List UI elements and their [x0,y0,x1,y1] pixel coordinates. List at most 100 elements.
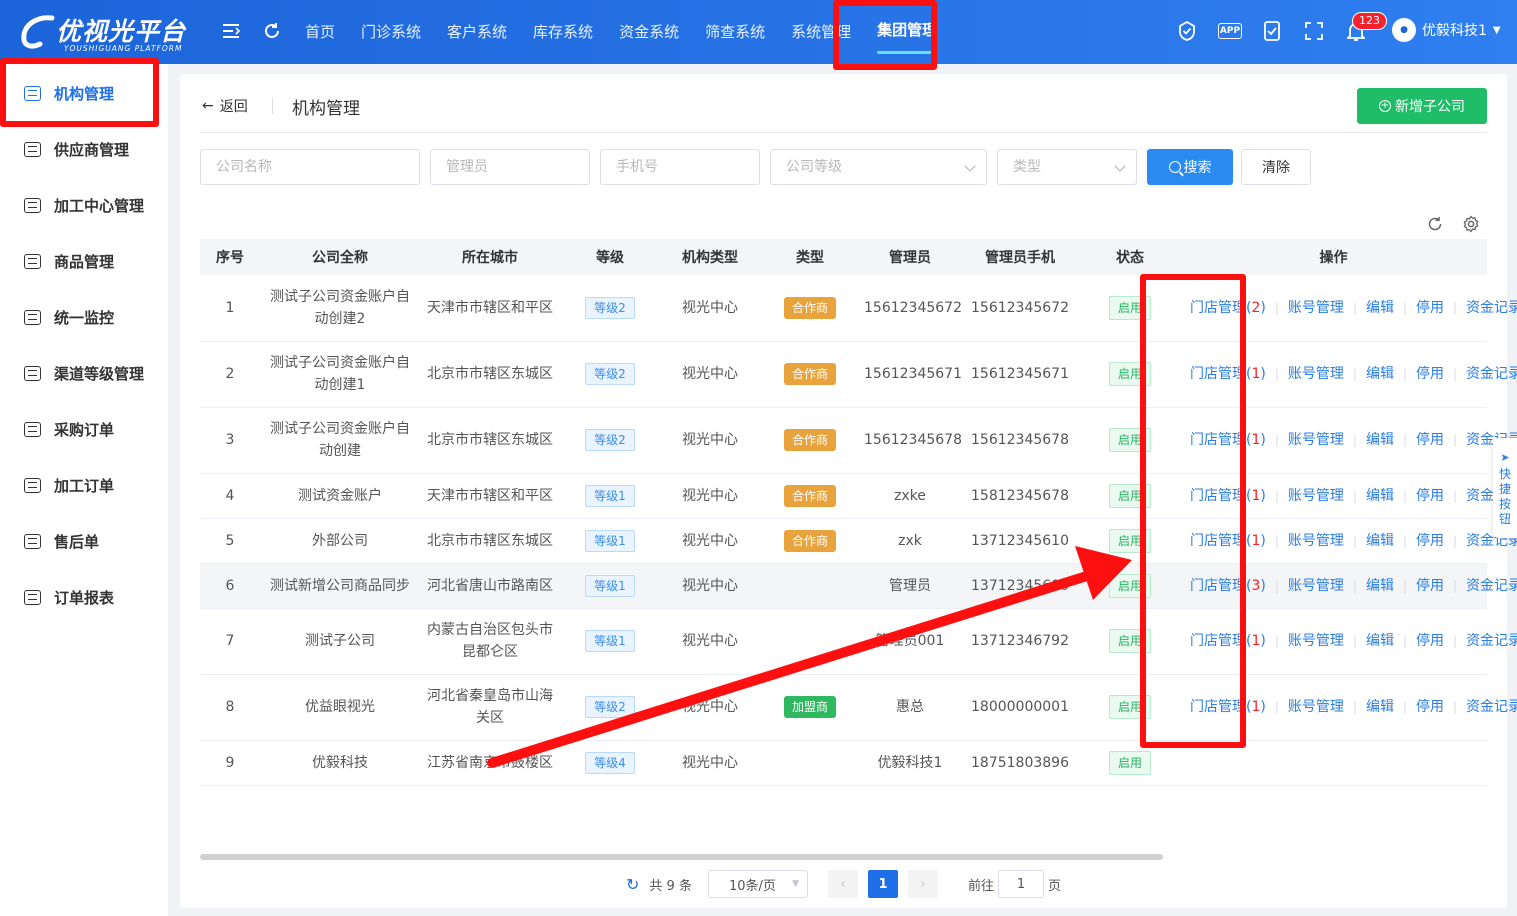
row-action-disable-link[interactable]: 停用 [1416,530,1444,552]
goto-label: 前往 [968,878,995,894]
row-action-funds-link[interactable]: 资金记录 [1466,696,1517,718]
sidebar-item-after-sales[interactable]: 售后单 [0,513,168,569]
user-menu[interactable]: ● 优毅科技1 ▼ [1392,18,1501,42]
cell-company-name: 测试子公司 [260,608,420,675]
row-action-funds-link[interactable]: 资金记录 [1466,575,1517,597]
fullscreen-icon[interactable] [1303,20,1325,42]
row-action-disable-link[interactable]: 停用 [1416,297,1444,319]
type-select[interactable]: 类型 [997,149,1137,185]
menu-toggle-icon[interactable] [220,20,242,42]
store-management-link[interactable]: 门店管理(1) [1190,630,1266,652]
sidebar-item-supplier[interactable]: 供应商管理 [0,121,168,177]
next-page-button[interactable]: › [908,870,938,898]
row-action-funds-link[interactable]: 资金记录 [1466,297,1517,319]
row-action-account-link[interactable]: 账号管理 [1288,485,1344,507]
row-action-edit-link[interactable]: 编辑 [1366,363,1394,385]
sidebar-item-products[interactable]: 商品管理 [0,233,168,289]
sidebar-item-monitoring[interactable]: 统一监控 [0,289,168,345]
row-action-disable-link[interactable]: 停用 [1416,630,1444,652]
sidebar-item-order-report[interactable]: 订单报表 [0,569,168,625]
bookmark-check-icon[interactable] [1261,20,1283,42]
divider [272,98,273,114]
company-name-input[interactable] [200,149,420,185]
horizontal-scrollbar[interactable] [200,854,1163,860]
store-management-link[interactable]: 门店管理(1) [1190,485,1266,507]
row-action-edit-link[interactable]: 编辑 [1366,530,1394,552]
store-management-link[interactable]: 门店管理(2) [1190,297,1266,319]
cell-type [760,608,860,675]
prev-page-button[interactable]: ‹ [828,870,858,898]
quick-actions-tab[interactable]: ➤ 快捷按钮 [1493,438,1517,538]
back-button[interactable]: ← 返回 [202,96,248,116]
cell-org-type: 视光中心 [660,740,760,786]
sidebar-item-purchase-orders[interactable]: 采购订单 [0,401,168,457]
divider: | [1453,578,1458,593]
row-action-account-link[interactable]: 账号管理 [1288,297,1344,319]
platform-logo[interactable]: 优视光平台 YOUSHIGUANG PLATFORM [18,8,190,56]
nav-clinic[interactable]: 门诊系统 [348,0,434,64]
admin-input[interactable] [430,149,590,185]
sidebar-item-processing-orders[interactable]: 加工订单 [0,457,168,513]
refresh-table-icon[interactable] [1425,214,1445,234]
cell-status: 启用 [1080,275,1180,342]
store-management-link[interactable]: 门店管理(1) [1190,363,1266,385]
row-action-edit-link[interactable]: 编辑 [1366,630,1394,652]
row-action-edit-link[interactable]: 编辑 [1366,297,1394,319]
page-size-select[interactable]: 10条/页 ▼ [708,870,808,898]
store-management-link[interactable]: 门店管理(1) [1190,429,1266,451]
store-management-link[interactable]: 门店管理(1) [1190,530,1266,552]
chevron-down-icon [1114,160,1126,172]
row-action-account-link[interactable]: 账号管理 [1288,696,1344,718]
nav-customer[interactable]: 客户系统 [434,0,520,64]
list-icon [24,253,41,269]
row-action-account-link[interactable]: 账号管理 [1288,575,1344,597]
store-management-link[interactable]: 门店管理(1) [1190,696,1266,718]
row-action-disable-link[interactable]: 停用 [1416,429,1444,451]
row-action-account-link[interactable]: 账号管理 [1288,363,1344,385]
cell-status: 启用 [1080,341,1180,408]
row-action-edit-link[interactable]: 编辑 [1366,696,1394,718]
add-subsidiary-button[interactable]: + 新增子公司 [1357,88,1487,124]
sidebar-item-processing-center[interactable]: 加工中心管理 [0,177,168,233]
row-action-account-link[interactable]: 账号管理 [1288,630,1344,652]
company-grade-select[interactable]: 公司等级 [770,149,987,185]
row-action-edit-link[interactable]: 编辑 [1366,575,1394,597]
row-action-disable-link[interactable]: 停用 [1416,485,1444,507]
row-action-disable-link[interactable]: 停用 [1416,363,1444,385]
settings-gear-icon[interactable] [1461,214,1481,234]
loading-spinner-icon: ↻ [626,874,640,894]
clear-button[interactable]: 清除 [1241,149,1311,185]
sidebar-item-channel-grade[interactable]: 渠道等级管理 [0,345,168,401]
cell-company-name: 优毅科技 [260,740,420,786]
search-button[interactable]: 搜索 [1147,149,1233,185]
nav-inventory[interactable]: 库存系统 [520,0,606,64]
row-action-account-link[interactable]: 账号管理 [1288,530,1344,552]
row-action-funds-link[interactable]: 资金记录 [1466,363,1517,385]
top-navigation-bar: 优视光平台 YOUSHIGUANG PLATFORM 首页 门诊系统 客户系统 … [0,0,1517,64]
verified-shield-icon[interactable] [1176,20,1198,42]
cell-no: 7 [200,608,260,675]
row-action-edit-link[interactable]: 编辑 [1366,485,1394,507]
divider: | [1352,634,1357,648]
nav-finance[interactable]: 资金系统 [606,0,692,64]
store-management-link[interactable]: 门店管理(3) [1190,575,1266,597]
row-action-disable-link[interactable]: 停用 [1416,575,1444,597]
sidebar: 机构管理 供应商管理 加工中心管理 商品管理 统一监控 渠道等级管理 采购订单 … [0,64,168,916]
refresh-icon[interactable] [261,20,283,42]
cell-type: 合作商 [760,473,860,519]
goto-page-input[interactable]: 1 [998,870,1044,898]
app-icon[interactable]: APP [1217,20,1243,42]
row-action-edit-link[interactable]: 编辑 [1366,429,1394,451]
phone-input[interactable] [600,149,760,185]
sidebar-item-organization[interactable]: 机构管理 [0,65,168,121]
list-icon [24,197,41,213]
nav-screening[interactable]: 筛查系统 [692,0,778,64]
nav-group-management[interactable]: 集团管理 [864,0,950,64]
row-action-disable-link[interactable]: 停用 [1416,696,1444,718]
page-number-current[interactable]: 1 [868,870,898,898]
grade-tag: 等级1 [585,574,635,597]
nav-system[interactable]: 系统管理 [778,0,864,64]
row-action-account-link[interactable]: 账号管理 [1288,429,1344,451]
nav-home[interactable]: 首页 [292,0,348,64]
row-action-funds-link[interactable]: 资金记录 [1466,630,1517,652]
